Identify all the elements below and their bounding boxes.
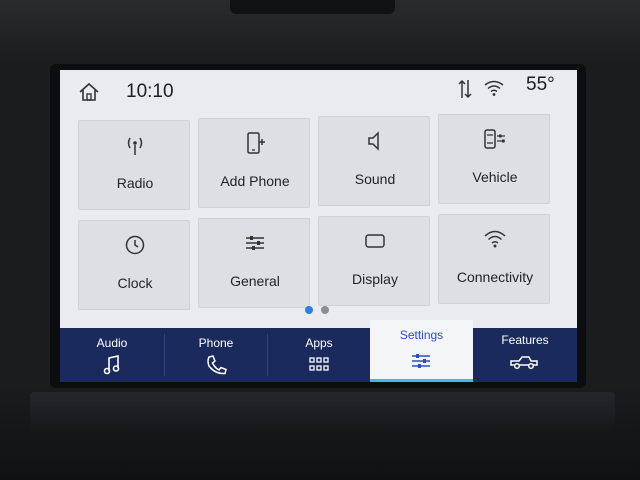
tile-label: Sound — [354, 171, 396, 187]
tile-connectivity[interactable]: Connectivity — [438, 214, 550, 304]
dashboard-ledge — [30, 392, 615, 436]
tile-label: Clock — [117, 275, 153, 291]
tile-add-phone[interactable]: Add Phone — [198, 118, 310, 208]
tile-sound[interactable]: Sound — [318, 116, 430, 206]
settings-sliders-icon — [412, 354, 430, 368]
bezel-notch — [230, 0, 395, 14]
tile-label: Display — [352, 271, 398, 287]
radio-antenna-icon — [127, 137, 143, 155]
tab-label: Phone — [198, 336, 234, 350]
tile-label: Connectivity — [456, 269, 534, 285]
tile-label: Vehicle — [472, 169, 518, 185]
tile-display[interactable]: Display — [318, 216, 430, 306]
vehicle-settings-icon — [484, 129, 505, 149]
tile-clock[interactable]: Clock — [78, 220, 190, 310]
bottom-tab-bar: Audio Phone Apps Settings Features — [60, 320, 577, 382]
clock-icon — [125, 235, 145, 255]
tile-label: Add Phone — [220, 173, 290, 189]
settings-grid: Radio Add Phone Sound Vehicle Clock Gene… — [60, 70, 577, 330]
tab-audio[interactable]: Audio — [60, 328, 164, 382]
infotainment-screen: 10:10 55° Radio Add Phone Sound Vehicle … — [60, 70, 577, 382]
page-dot[interactable] — [321, 306, 329, 314]
wifi-icon — [484, 230, 506, 248]
tab-label: Features — [501, 333, 549, 347]
tile-vehicle[interactable]: Vehicle — [438, 114, 550, 204]
truck-icon — [510, 356, 538, 370]
apps-grid-icon — [309, 357, 329, 371]
music-note-icon — [103, 355, 120, 375]
tab-label: Audio — [96, 336, 128, 350]
page-dot-active[interactable] — [305, 306, 313, 314]
tab-label: Settings — [399, 328, 444, 342]
tab-label: Apps — [305, 336, 333, 350]
active-tab-indicator — [370, 379, 473, 382]
speaker-icon — [368, 131, 379, 151]
add-phone-icon — [247, 132, 265, 154]
tab-settings[interactable]: Settings — [370, 320, 473, 382]
tile-general[interactable]: General — [198, 218, 310, 308]
phone-handset-icon — [207, 355, 227, 375]
tab-phone[interactable]: Phone — [165, 328, 267, 382]
tab-apps[interactable]: Apps — [268, 328, 370, 382]
tile-radio[interactable]: Radio — [78, 120, 190, 210]
tab-features[interactable]: Features — [473, 325, 577, 382]
display-icon — [365, 234, 385, 248]
tile-label: Radio — [116, 175, 154, 191]
sliders-icon — [246, 236, 264, 250]
tile-label: General — [230, 273, 280, 289]
